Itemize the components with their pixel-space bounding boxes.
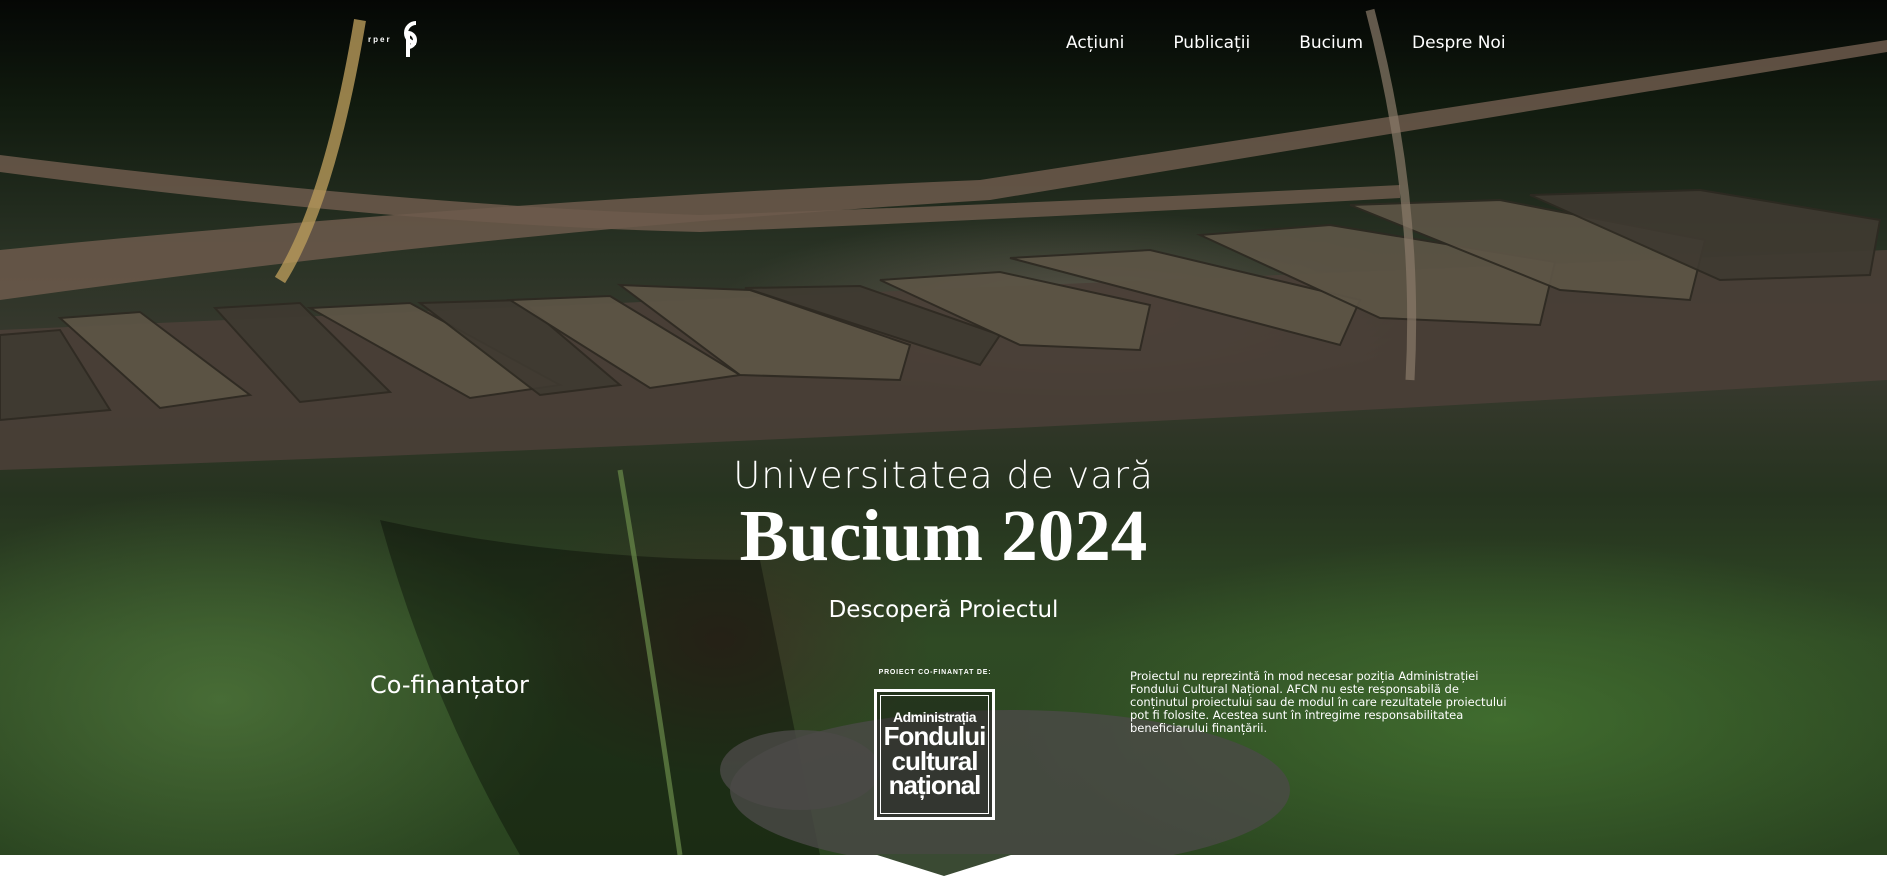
- hero-title: Bucium 2024: [739, 495, 1148, 576]
- discover-project-link[interactable]: Descoperă Proiectul: [829, 597, 1059, 623]
- nav-item-despre-noi[interactable]: Despre Noi: [1412, 33, 1506, 53]
- discover-project-wrapper: Descoperă Proiectul: [0, 597, 1887, 623]
- logo-text: rper: [368, 34, 392, 44]
- afcn-disclaimer: Proiectul nu reprezintă în mod necesar p…: [1130, 669, 1507, 735]
- project-cofinanced-label: PROIECT CO-FINANȚAT DE:: [878, 669, 992, 676]
- afcn-logo-line: național: [888, 770, 982, 801]
- scroll-down-notch: [874, 854, 1014, 876]
- nav-item-bucium[interactable]: Bucium: [1299, 33, 1363, 53]
- afcn-logo[interactable]: Administrația Fondului cultural național: [874, 689, 995, 820]
- afcn-logo-inner: Administrația Fondului cultural național: [880, 695, 989, 814]
- hero-subtitle: Universitatea de vară: [733, 454, 1154, 497]
- cofinantator-label: Co-finanțator: [370, 671, 529, 699]
- site-logo[interactable]: rper: [368, 18, 428, 60]
- cp-logo-icon: [403, 21, 417, 57]
- nav-item-publicatii[interactable]: Publicații: [1173, 33, 1250, 53]
- hero-section: rper Acțiuni Publicații Bucium Despre No…: [0, 0, 1887, 855]
- nav-item-actiuni[interactable]: Acțiuni: [1066, 33, 1124, 53]
- main-nav: Acțiuni Publicații Bucium Despre Noi: [1066, 33, 1506, 53]
